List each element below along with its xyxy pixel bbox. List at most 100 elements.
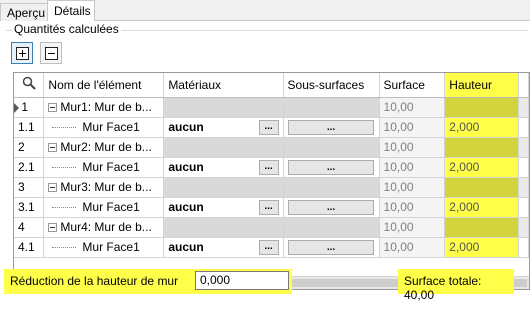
materials-cell	[163, 137, 284, 158]
element-name-cell[interactable]: Mur Face1	[43, 157, 165, 178]
subsurfaces-button[interactable]: ...	[288, 239, 375, 255]
material-browse-button[interactable]: ...	[258, 119, 279, 135]
materials-cell[interactable]: aucun...	[163, 157, 284, 178]
surface-cell: 10,00	[379, 97, 446, 118]
tree-collapse-icon[interactable]	[48, 183, 58, 193]
tree-connector	[52, 127, 77, 129]
subsurfaces-cell: ...	[283, 237, 380, 258]
collapse-all-icon	[44, 46, 58, 60]
element-name-cell[interactable]: Mur4: Mur de b...	[43, 217, 165, 238]
subsurfaces-button[interactable]: ...	[288, 159, 375, 175]
hauteur-cell	[444, 137, 519, 158]
table-row[interactable]: 2 Mur2: Mur de b... 10,00	[14, 137, 529, 158]
row-index: 4.1	[14, 237, 45, 258]
column-header-materials[interactable]: Matériaux	[163, 73, 284, 98]
element-name: Mur3: Mur de b...	[60, 180, 152, 194]
subsurfaces-button[interactable]: ...	[288, 199, 375, 215]
expand-all-icon	[15, 46, 29, 60]
element-name: Mur1: Mur de b...	[60, 100, 152, 114]
table-row[interactable]: 4 Mur4: Mur de b... 10,00	[14, 217, 529, 238]
materials-cell	[163, 217, 284, 238]
element-name: Mur Face1	[82, 200, 140, 214]
extra-cell	[518, 217, 529, 238]
quantities-grid: Nom de l'élément Matériaux Sous-surfaces…	[13, 72, 530, 290]
element-name: Mur2: Mur de b...	[60, 140, 152, 154]
element-name-cell[interactable]: Mur1: Mur de b...	[43, 97, 165, 118]
surface-cell: 10,00	[379, 197, 446, 218]
table-row[interactable]: 1 Mur1: Mur de b... 10,00	[14, 97, 529, 118]
wall-height-reduction-label: Réduction de la hauteur de mur	[10, 274, 179, 288]
element-name-cell[interactable]: Mur Face1	[43, 197, 165, 218]
element-name-cell[interactable]: Mur Face1	[43, 117, 165, 138]
tree-collapse-icon[interactable]	[48, 103, 58, 113]
search-header[interactable]	[14, 73, 45, 98]
material-value: aucun	[168, 160, 204, 174]
extra-cell	[518, 197, 529, 218]
subsurfaces-cell	[283, 97, 380, 118]
column-header-hauteur[interactable]: Hauteur	[444, 73, 519, 98]
wall-height-reduction-input[interactable]: 0,000	[195, 271, 289, 290]
tree-collapse-icon[interactable]	[48, 223, 58, 233]
materials-cell[interactable]: aucun...	[163, 197, 284, 218]
surface-cell: 10,00	[379, 117, 446, 138]
hauteur-cell	[444, 177, 519, 198]
subsurfaces-cell	[283, 137, 380, 158]
subsurfaces-cell	[283, 177, 380, 198]
tab-bar: Aperçu Détails	[0, 0, 530, 22]
element-name-cell[interactable]: Mur2: Mur de b...	[43, 137, 165, 158]
column-header-name[interactable]: Nom de l'élément	[43, 73, 165, 98]
row-index: 2.1	[14, 157, 45, 178]
materials-cell	[163, 177, 284, 198]
table-row[interactable]: 1.1 Mur Face1 aucun... ... 10,00 2,000	[14, 117, 529, 138]
tab-details[interactable]: Détails	[47, 0, 95, 22]
surface-cell: 10,00	[379, 137, 446, 158]
surface-cell: 10,00	[379, 217, 446, 238]
subsurfaces-cell: ...	[283, 117, 380, 138]
collapse-all-button[interactable]	[40, 42, 62, 64]
table-row[interactable]: 3.1 Mur Face1 aucun... ... 10,00 2,000	[14, 197, 529, 218]
table-row[interactable]: 2.1 Mur Face1 aucun... ... 10,00 2,000	[14, 157, 529, 178]
expand-all-button[interactable]	[11, 42, 33, 64]
tree-connector	[52, 207, 77, 209]
table-row[interactable]: 3 Mur3: Mur de b... 10,00	[14, 177, 529, 198]
search-icon	[22, 77, 36, 90]
tree-collapse-icon[interactable]	[48, 143, 58, 153]
material-value: aucun	[168, 120, 204, 134]
subsurfaces-cell: ...	[283, 197, 380, 218]
material-browse-button[interactable]: ...	[258, 199, 279, 215]
hauteur-cell[interactable]: 2,000	[444, 237, 519, 258]
column-header-surface[interactable]: Surface	[379, 73, 446, 98]
surface-cell: 10,00	[379, 157, 446, 178]
hauteur-cell[interactable]: 2,000	[444, 117, 519, 138]
element-name: Mur4: Mur de b...	[60, 220, 152, 234]
total-surface-group: Surface totale: 40,00	[398, 269, 514, 302]
element-name-cell[interactable]: Mur3: Mur de b...	[43, 177, 165, 198]
header-row: Nom de l'élément Matériaux Sous-surfaces…	[14, 73, 529, 98]
element-name: Mur Face1	[82, 240, 140, 254]
hauteur-cell[interactable]: 2,000	[444, 157, 519, 178]
element-name-cell[interactable]: Mur Face1	[43, 237, 165, 258]
row-pointer-icon	[14, 102, 19, 113]
table-row[interactable]: 4.1 Mur Face1 aucun... ... 10,00 2,000	[14, 237, 529, 258]
tree-connector	[52, 167, 77, 169]
materials-cell[interactable]: aucun...	[163, 237, 284, 258]
row-index: 1.1	[14, 117, 45, 138]
extra-cell	[518, 157, 529, 178]
tab-apercu[interactable]: Aperçu	[0, 3, 48, 21]
column-header-subsurfaces[interactable]: Sous-surfaces	[283, 73, 380, 98]
row-index: 3	[14, 177, 45, 198]
row-index: 3.1	[14, 197, 45, 218]
materials-cell[interactable]: aucun...	[163, 117, 284, 138]
row-index: 1	[14, 97, 45, 118]
hauteur-cell[interactable]: 2,000	[444, 197, 519, 218]
extra-cell	[518, 97, 529, 118]
tree-connector	[52, 247, 77, 249]
row-index: 4	[14, 217, 45, 238]
material-value: aucun	[168, 240, 204, 254]
subsurfaces-cell: ...	[283, 157, 380, 178]
surface-cell: 10,00	[379, 177, 446, 198]
element-name: Mur Face1	[82, 120, 140, 134]
material-browse-button[interactable]: ...	[258, 239, 279, 255]
subsurfaces-button[interactable]: ...	[288, 119, 375, 135]
material-browse-button[interactable]: ...	[258, 159, 279, 175]
